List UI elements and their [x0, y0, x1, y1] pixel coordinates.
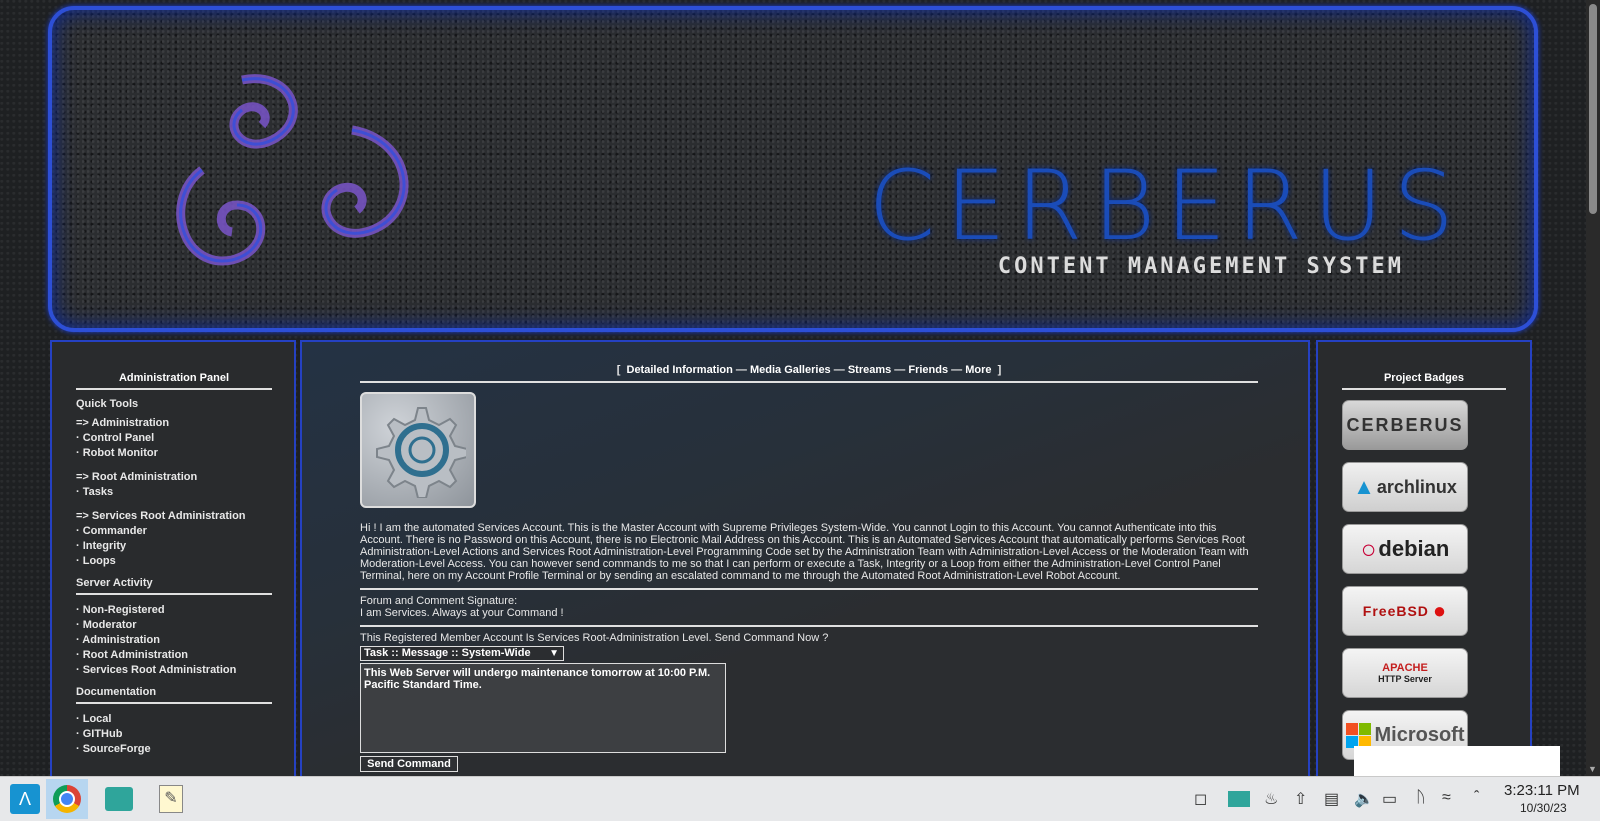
- debian-swirl-icon: ○: [1360, 533, 1377, 564]
- show-desktop-icon[interactable]: ◻: [1194, 789, 1207, 809]
- badge-label: CERBERUS: [1346, 414, 1464, 435]
- tray-expand-icon[interactable]: ˆ: [1474, 789, 1479, 807]
- badge-apache[interactable]: APACHE HTTP Server: [1342, 648, 1468, 698]
- link-loops[interactable]: · Loops: [76, 554, 272, 569]
- window-preview-icon[interactable]: [1228, 791, 1250, 807]
- triskelion-logo-icon: [176, 74, 409, 266]
- link-integrity[interactable]: · Integrity: [76, 539, 272, 554]
- link-activity-administration[interactable]: · Administration: [76, 633, 272, 648]
- badge-freebsd[interactable]: FreeBSD ●: [1342, 586, 1468, 636]
- link-sourceforge[interactable]: · SourceForge: [76, 742, 272, 757]
- command-prompt: This Registered Member Account Is Servic…: [360, 632, 829, 644]
- clock-date[interactable]: 10/30/23: [1520, 801, 1567, 815]
- volume-icon[interactable]: 🔈: [1354, 789, 1374, 809]
- divider: [76, 702, 272, 704]
- chevron-down-icon: ▼: [549, 648, 559, 659]
- link-administration[interactable]: => Administration: [76, 416, 272, 431]
- arch-icon: ▲: [1353, 474, 1375, 499]
- badge-sublabel: HTTP Server: [1378, 674, 1432, 684]
- badge-label: archlinux: [1376, 476, 1457, 497]
- command-type-select[interactable]: Task :: Message :: System-Wide ▼: [360, 646, 564, 661]
- nav-streams[interactable]: Streams: [848, 364, 891, 376]
- badge-label: APACHE: [1382, 662, 1428, 674]
- badge-label: Microsoft: [1374, 723, 1465, 746]
- avatar: [360, 392, 476, 508]
- nav-separator: —: [951, 364, 963, 376]
- project-badges-panel: Project Badges CERBERUS ▲ archlinux ○ de…: [1316, 340, 1532, 776]
- profile-nav: [ Detailed Information — Media Galleries…: [360, 364, 1258, 383]
- nav-bracket-close: ]: [997, 364, 1002, 376]
- link-moderator[interactable]: · Moderator: [76, 618, 272, 633]
- send-command-button[interactable]: Send Command: [360, 756, 458, 772]
- divider: [1342, 388, 1506, 390]
- gear-icon: [376, 407, 466, 498]
- nav-separator: —: [833, 364, 845, 376]
- freebsd-daemon-icon: ●: [1432, 598, 1448, 623]
- link-root-administration[interactable]: => Root Administration: [76, 470, 272, 485]
- updates-icon[interactable]: ⇧: [1294, 789, 1307, 809]
- link-non-registered[interactable]: · Non-Registered: [76, 603, 272, 618]
- link-activity-root-administration[interactable]: · Root Administration: [76, 648, 272, 663]
- taskbar-text-editor[interactable]: ✎: [150, 779, 192, 819]
- site-banner: CERBERUS CONTENT MANAGEMENT SYSTEM: [48, 6, 1538, 332]
- chrome-icon: [53, 785, 81, 813]
- link-local[interactable]: · Local: [76, 712, 272, 727]
- nav-bracket-open: [: [616, 364, 621, 376]
- command-message-textarea[interactable]: This Web Server will undergo maintenance…: [360, 663, 726, 753]
- divider: [76, 388, 272, 390]
- signature-text: I am Services. Always at your Command !: [360, 607, 564, 619]
- link-activity-services-root-administration[interactable]: · Services Root Administration: [76, 663, 272, 678]
- battery-icon[interactable]: ▭: [1382, 789, 1397, 809]
- page-scrollbar[interactable]: ▼: [1586, 0, 1600, 776]
- microsoft-logo-icon: [1345, 722, 1371, 748]
- profile-panel: [ Detailed Information — Media Galleries…: [300, 340, 1310, 776]
- link-control-panel[interactable]: · Control Panel: [76, 431, 272, 446]
- taskbar-chrome[interactable]: [46, 779, 88, 819]
- notifications-icon[interactable]: ♨: [1264, 789, 1278, 809]
- forum-signature: Forum and Comment Signature: I am Servic…: [360, 595, 1258, 627]
- brand-subtitle: CONTENT MANAGEMENT SYSTEM: [997, 254, 1404, 279]
- signature-label: Forum and Comment Signature:: [360, 595, 518, 607]
- taskbar: Λ ✎ ◻ ♨ ⇧ ▤ 🔈 ▭ ᚢ ≈ ˆ 3:23:11 PM 10/30/2…: [0, 776, 1600, 821]
- tooltip-popup: [1354, 746, 1560, 776]
- nav-separator: —: [894, 364, 906, 376]
- wifi-icon[interactable]: ≈: [1442, 789, 1451, 807]
- app-launcher-button[interactable]: Λ: [4, 779, 46, 819]
- clock-time[interactable]: 3:23:11 PM: [1504, 782, 1580, 799]
- documentation-heading: Documentation: [76, 686, 157, 698]
- folder-icon: [105, 787, 133, 811]
- link-services-root-administration[interactable]: => Services Root Administration: [76, 509, 272, 524]
- brand-title: CERBERUS: [868, 150, 1464, 262]
- scrollbar-thumb[interactable]: [1589, 4, 1597, 214]
- link-tasks[interactable]: · Tasks: [76, 485, 272, 500]
- badges-title: Project Badges: [1383, 372, 1465, 384]
- web-page: CERBERUS CONTENT MANAGEMENT SYSTEM Admin…: [0, 0, 1586, 776]
- divider: [76, 593, 272, 595]
- badge-archlinux[interactable]: ▲ archlinux: [1342, 462, 1468, 512]
- profile-bio: Hi ! I am the automated Services Account…: [360, 522, 1258, 590]
- nav-detailed-information[interactable]: Detailed Information: [627, 364, 733, 376]
- clipboard-icon[interactable]: ▤: [1324, 789, 1339, 809]
- nav-media-galleries[interactable]: Media Galleries: [750, 364, 831, 376]
- command-type-value: Task :: Message :: System-Wide: [364, 647, 531, 659]
- arch-launcher-icon: Λ: [10, 784, 40, 814]
- administration-panel: Administration Panel Quick Tools => Admi…: [50, 340, 296, 776]
- bluetooth-icon[interactable]: ᚢ: [1416, 789, 1426, 807]
- scroll-down-arrow-icon[interactable]: ▼: [1588, 764, 1597, 774]
- nav-separator: —: [735, 364, 747, 376]
- quick-tools-heading: Quick Tools: [76, 398, 139, 410]
- nav-more[interactable]: More: [965, 364, 991, 376]
- nav-friends[interactable]: Friends: [908, 364, 948, 376]
- link-robot-monitor[interactable]: · Robot Monitor: [76, 446, 272, 461]
- notepad-icon: ✎: [159, 785, 183, 813]
- badge-label: debian: [1378, 536, 1450, 561]
- badge-cerberus[interactable]: CERBERUS: [1342, 400, 1468, 450]
- link-github[interactable]: · GITHub: [76, 727, 272, 742]
- badge-label: FreeBSD: [1362, 603, 1429, 619]
- link-commander[interactable]: · Commander: [76, 524, 272, 539]
- server-activity-heading: Server Activity: [76, 577, 153, 589]
- taskbar-file-manager[interactable]: [98, 779, 140, 819]
- admin-panel-title: Administration Panel: [118, 372, 230, 384]
- badge-debian[interactable]: ○ debian: [1342, 524, 1468, 574]
